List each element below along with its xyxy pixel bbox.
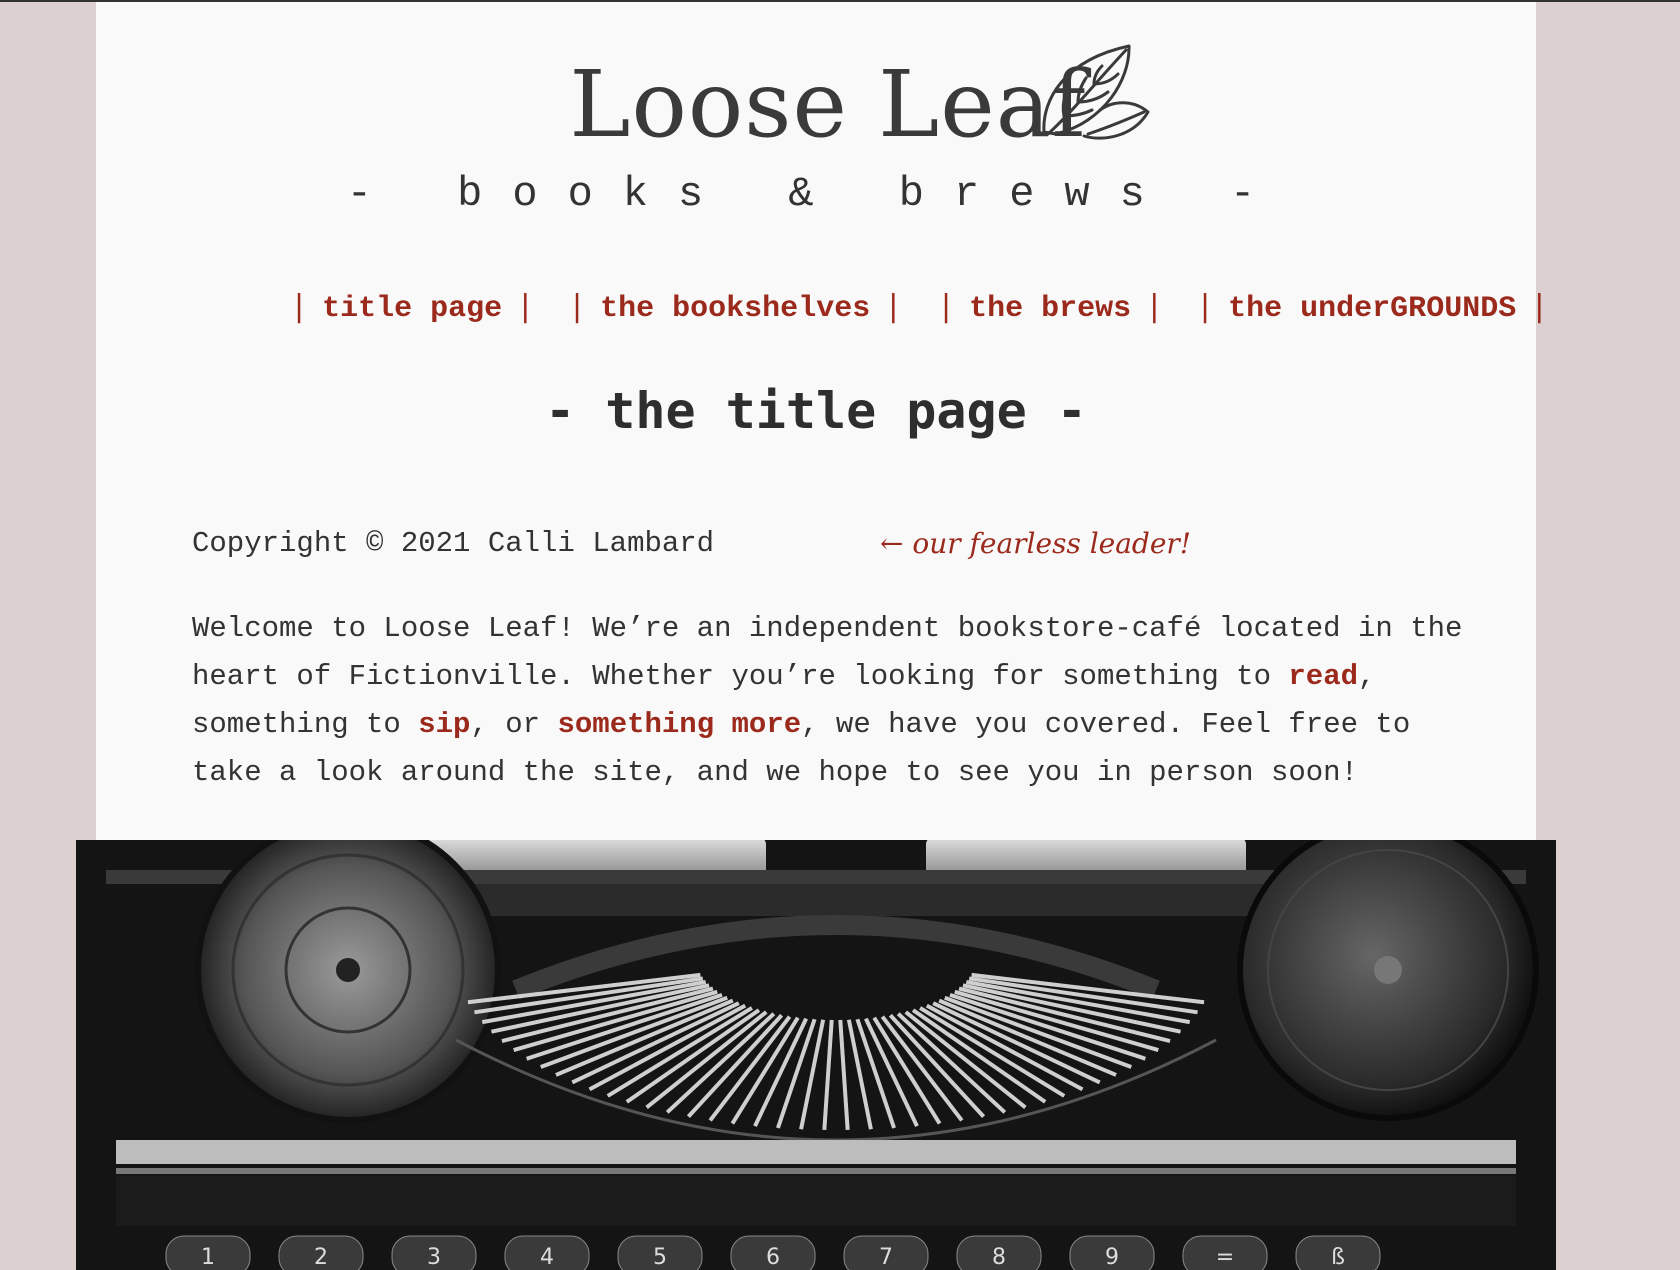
- nav-divider: |: [572, 289, 583, 324]
- nav-label-undergrounds: the underGROUNDS: [1228, 292, 1517, 326]
- typewriter-key-label: =: [1216, 1245, 1234, 1270]
- something-more-link[interactable]: something more: [557, 708, 801, 741]
- leaf-icon: [1042, 44, 1150, 140]
- nav-divider: |: [1200, 289, 1211, 324]
- page-title: - the title page -: [545, 382, 1087, 440]
- tagline: - books & brews -: [346, 170, 1286, 218]
- typewriter-key-label: 9: [1105, 1245, 1119, 1270]
- typewriter-key-label: ß: [1331, 1245, 1345, 1270]
- intro-text: , or: [470, 708, 558, 741]
- nav-the-undergrounds[interactable]: | the underGROUNDS |: [1092, 247, 1544, 369]
- nav-label-bookshelves: the bookshelves: [600, 292, 871, 326]
- site-title: Loose Leaf: [569, 51, 1087, 158]
- typewriter-key-label: 8: [992, 1245, 1006, 1270]
- typewriter-key-label: 7: [879, 1245, 893, 1270]
- intro-paragraph: Welcome to Loose Leaf! We’re an independ…: [192, 605, 1482, 797]
- typewriter-key-label: 4: [540, 1245, 554, 1270]
- brand-header: Loose Leaf: [96, 44, 1536, 160]
- typewriter-key-label: 3: [427, 1245, 441, 1270]
- nav-divider: |: [294, 289, 305, 324]
- nav-divider: |: [941, 289, 952, 324]
- copyright-text: Copyright © 2021 Calli Lambard: [192, 527, 715, 560]
- read-link[interactable]: read: [1288, 660, 1358, 693]
- nav-divider: |: [1534, 289, 1545, 324]
- sip-link[interactable]: sip: [418, 708, 470, 741]
- typewriter-key-label: 2: [314, 1245, 328, 1270]
- typewriter-key-label: 1: [201, 1245, 215, 1270]
- fearless-leader-note: ← our fearless leader!: [880, 527, 1192, 560]
- intro-text: Welcome to Loose Leaf! We’re an independ…: [192, 612, 1463, 693]
- main-nav: | title page | | the bookshelves | | the…: [96, 247, 1544, 326]
- typewriter-key-label: 5: [653, 1245, 667, 1270]
- typewriter-image: 1 2 3 4 5 6 7 8 9 = ß: [76, 840, 1556, 1270]
- typewriter-key-label: 6: [766, 1245, 780, 1270]
